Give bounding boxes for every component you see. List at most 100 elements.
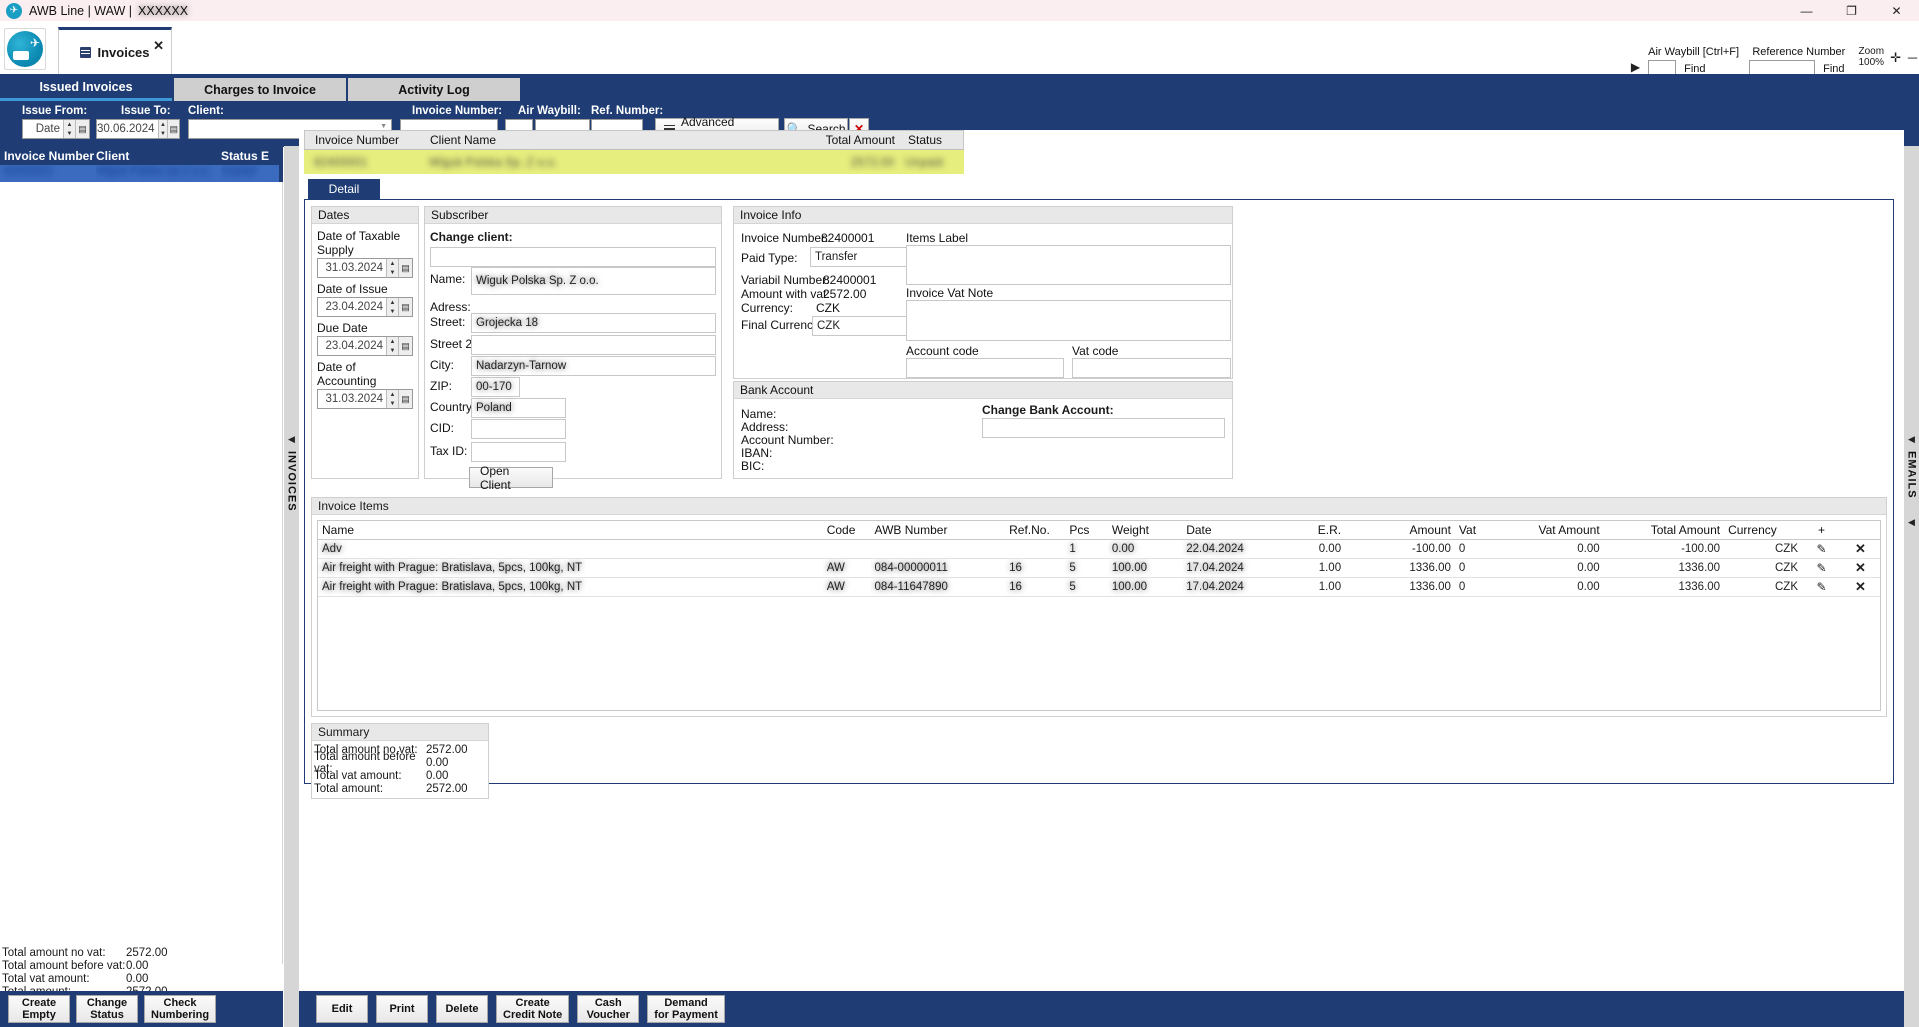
calendar-icon[interactable]: ▤ xyxy=(398,337,412,355)
change-status-button[interactable]: Change Status xyxy=(76,995,138,1023)
items-col-weight[interactable]: Weight xyxy=(1107,521,1183,540)
emails-rail-label: EMAILS xyxy=(1905,451,1918,499)
collapse-right-arrow-icon[interactable]: ◀ xyxy=(1908,434,1915,445)
calendar-icon[interactable]: ▤ xyxy=(398,298,412,316)
grid-row-status: Unpaid xyxy=(904,155,944,169)
vat-code-input[interactable] xyxy=(1072,358,1231,378)
calendar-icon[interactable]: ▤ xyxy=(167,120,179,138)
col-client[interactable]: Client xyxy=(96,149,221,163)
items-col-name[interactable]: Name xyxy=(318,521,823,540)
cash-voucher-button[interactable]: Cash Voucher xyxy=(577,995,640,1023)
tab-invoices[interactable]: Invoices ✕ xyxy=(58,27,172,74)
change-bank-account-input[interactable] xyxy=(982,418,1225,438)
create-empty-button[interactable]: Create Empty xyxy=(8,995,70,1023)
invoice-grid-row[interactable]: 82400001 Wiguk Polska Sp. Z o.o. 2572.00… xyxy=(304,150,964,174)
date-of-issue-spinner[interactable]: ▲ ▼ xyxy=(386,298,398,316)
date-of-accounting-spinner[interactable]: ▲ ▼ xyxy=(386,390,398,408)
col-e[interactable]: E xyxy=(261,149,279,163)
open-client-button[interactable]: Open Client xyxy=(469,464,553,492)
items-col-currency[interactable]: Currency xyxy=(1724,521,1802,540)
calendar-icon[interactable]: ▤ xyxy=(398,259,412,277)
grid-col-invoice-number[interactable]: Invoice Number xyxy=(305,133,430,147)
table-row[interactable]: Adv 1 0.00 22.04.2024 0.00 -100.00 0 0.0… xyxy=(318,539,1880,559)
invoice-items-table[interactable]: Name Code AWB Number Ref.No. Pcs Weight … xyxy=(317,520,1881,711)
subscriber-taxid-input[interactable] xyxy=(471,442,566,462)
invoice-vat-note-input[interactable] xyxy=(906,300,1231,341)
invoice-list-body[interactable] xyxy=(0,182,283,964)
date-of-issue-input[interactable]: 23.04.2024 ▲ ▼ ▤ xyxy=(317,297,413,317)
issue-from-spinner[interactable]: ▲ ▼ xyxy=(63,120,75,138)
maximize-button[interactable]: ❐ xyxy=(1829,0,1874,21)
pencil-icon[interactable]: ✎ xyxy=(1802,558,1841,578)
item-vat-amount: 0.00 xyxy=(1497,558,1604,578)
check-numbering-button[interactable]: Check Numbering xyxy=(144,995,217,1023)
calendar-icon[interactable]: ▤ xyxy=(75,120,89,138)
tab-detail[interactable]: Detail xyxy=(308,179,380,199)
calendar-icon[interactable]: ▤ xyxy=(398,390,412,408)
tab-charges-to-invoice[interactable]: Charges to Invoice xyxy=(174,78,346,101)
issue-to-spinner[interactable]: ▲ ▼ xyxy=(157,120,168,138)
add-item-icon[interactable]: + xyxy=(1802,521,1841,540)
due-date-spinner[interactable]: ▲ ▼ xyxy=(386,337,398,355)
print-button[interactable]: Print xyxy=(376,995,428,1023)
issue-from-datepicker[interactable]: Date ▲ ▼ ▤ xyxy=(22,119,90,139)
pencil-icon[interactable]: ✎ xyxy=(1802,539,1841,559)
subscriber-city-input[interactable]: Nadarzyn-Tarnow xyxy=(471,356,716,376)
delete-icon[interactable]: ✕ xyxy=(1840,558,1880,578)
invoices-rail[interactable]: ◀ INVOICES xyxy=(284,146,299,1027)
col-status[interactable]: Status xyxy=(221,149,261,163)
items-col-date[interactable]: Date xyxy=(1182,521,1285,540)
paid-type-input[interactable]: Transfer xyxy=(810,247,912,267)
tab-activity-log[interactable]: Activity Log xyxy=(348,78,520,101)
subscriber-cid-input[interactable] xyxy=(471,419,566,439)
close-icon[interactable]: ✕ xyxy=(153,38,164,54)
items-col-amount[interactable]: Amount xyxy=(1345,521,1455,540)
zoom-in-icon[interactable]: ✛ xyxy=(1890,50,1901,66)
pencil-icon[interactable]: ✎ xyxy=(1802,577,1841,597)
table-row[interactable]: Air freight with Prague: Bratislava, 5pc… xyxy=(318,558,1880,578)
create-credit-note-button[interactable]: Create Credit Note xyxy=(496,995,570,1023)
delete-button[interactable]: Delete xyxy=(436,995,488,1023)
subscriber-street-input[interactable]: Grojecka 18 xyxy=(471,313,716,333)
date-taxable-supply-input[interactable]: 31.03.2024 ▲ ▼ ▤ xyxy=(317,258,413,278)
tab-issued-invoices[interactable]: Issued Invoices xyxy=(0,75,172,101)
demand-for-payment-button[interactable]: Demand for Payment xyxy=(647,995,725,1023)
close-button[interactable]: ✕ xyxy=(1874,0,1919,21)
date-of-accounting-input[interactable]: 31.03.2024 ▲ ▼ ▤ xyxy=(317,389,413,409)
collapse-left-arrow-icon[interactable]: ◀ xyxy=(288,434,295,445)
edit-button[interactable]: Edit xyxy=(316,995,368,1023)
account-code-input[interactable] xyxy=(906,358,1064,378)
subscriber-name-input[interactable]: Wiguk Polska Sp. Z o.o. xyxy=(471,267,716,295)
grid-col-total-amount[interactable]: Total Amount xyxy=(805,133,895,147)
due-date-input[interactable]: 23.04.2024 ▲ ▼ ▤ xyxy=(317,336,413,356)
item-amount: 1336.00 xyxy=(1345,558,1455,578)
emails-rail[interactable]: ◀ EMAILS ◀ xyxy=(1904,146,1919,1027)
minimize-button[interactable]: — xyxy=(1784,0,1829,21)
items-col-vat-amount[interactable]: Vat Amount xyxy=(1497,521,1604,540)
zoom-out-icon[interactable]: － xyxy=(1906,48,1919,67)
final-currency-input[interactable]: CZK xyxy=(812,316,910,336)
delete-icon[interactable]: ✕ xyxy=(1840,577,1880,597)
items-label-input[interactable] xyxy=(906,245,1231,285)
subscriber-country-input[interactable]: Poland xyxy=(471,398,566,418)
change-client-input[interactable] xyxy=(430,247,716,267)
items-col-refno[interactable]: Ref.No. xyxy=(1005,521,1066,540)
issue-to-datepicker[interactable]: 30.06.2024 ▲ ▼ ▤ xyxy=(96,119,180,139)
date-taxable-supply-spinner[interactable]: ▲ ▼ xyxy=(386,259,398,277)
items-col-total-amount[interactable]: Total Amount xyxy=(1603,521,1725,540)
expand-arrow-icon[interactable]: ▶ xyxy=(1631,60,1640,74)
table-row[interactable]: Air freight with Prague: Bratislava, 5pc… xyxy=(318,577,1880,597)
grid-col-status[interactable]: Status xyxy=(895,133,955,147)
expand-right-arrow-icon[interactable]: ◀ xyxy=(1908,517,1915,528)
items-col-er[interactable]: E.R. xyxy=(1284,521,1346,540)
items-col-pcs[interactable]: Pcs xyxy=(1065,521,1108,540)
col-invoice-number[interactable]: Invoice Number xyxy=(0,149,96,163)
subscriber-street2-input[interactable] xyxy=(471,335,716,355)
subscriber-zip-input[interactable]: 00-170 xyxy=(471,377,520,397)
delete-icon[interactable]: ✕ xyxy=(1840,539,1880,559)
invoice-list-row[interactable]: 82400001 Wiguk Polska Sp Z o.o. Unpaid xyxy=(0,165,283,182)
items-col-code[interactable]: Code xyxy=(822,521,871,540)
items-col-vat[interactable]: Vat xyxy=(1454,521,1498,540)
items-col-awb-number[interactable]: AWB Number xyxy=(870,521,1006,540)
grid-col-client-name[interactable]: Client Name xyxy=(430,133,805,147)
